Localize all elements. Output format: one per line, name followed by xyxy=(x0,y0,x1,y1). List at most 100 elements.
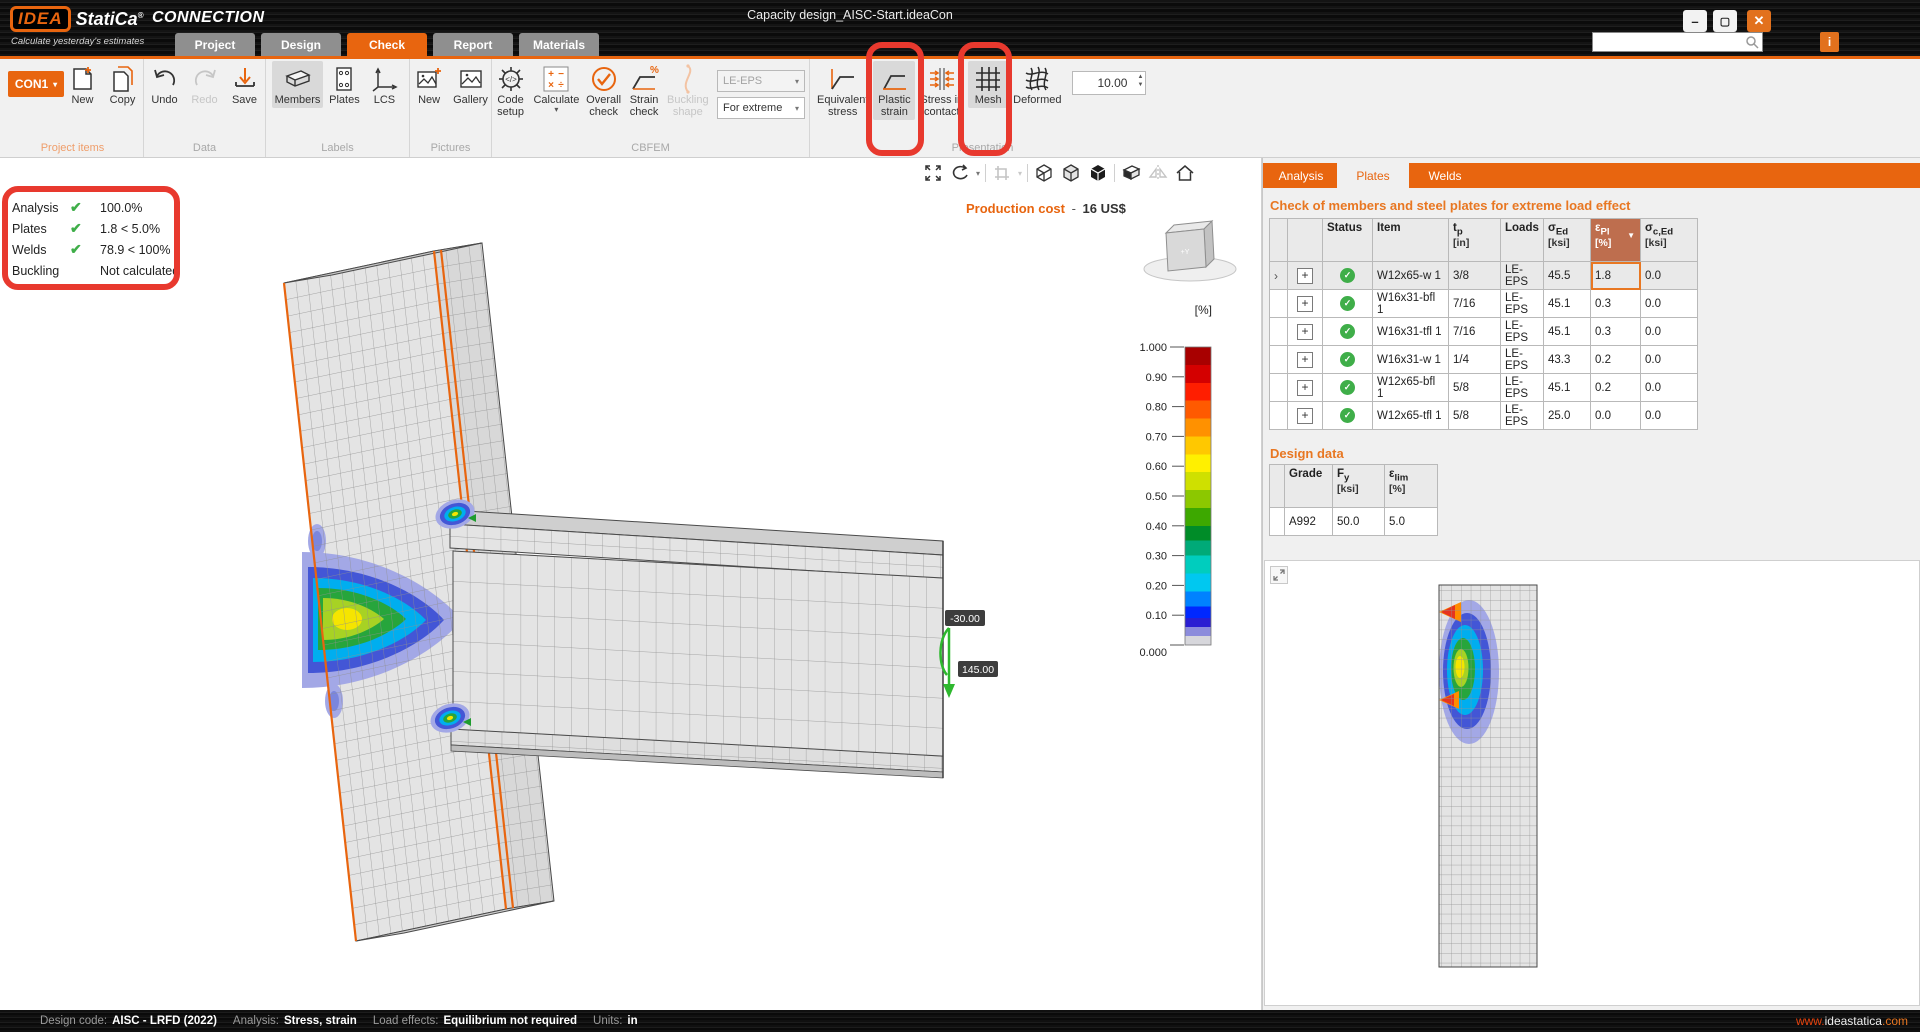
beam-member[interactable] xyxy=(450,510,943,778)
overall-check-button[interactable]: Overall check xyxy=(584,61,624,120)
maximize-button[interactable]: ▢ xyxy=(1713,10,1737,32)
connection-selector[interactable]: CON1▾ xyxy=(8,71,64,97)
col-tp[interactable]: tp[in] xyxy=(1449,219,1501,262)
model-view[interactable]: -30.00 145.00 +Y [%] 1.000 0.90 0.80 0.7… xyxy=(0,161,1262,1010)
spin-up-icon[interactable]: ▲ xyxy=(1138,73,1144,81)
strain-check-button[interactable]: % Strain check xyxy=(626,61,663,120)
results-panel: Analysis Plates Welds Check of members a… xyxy=(1262,158,1920,1010)
zoom-extents-icon[interactable] xyxy=(922,163,944,183)
svg-text:+: + xyxy=(548,69,554,80)
zoom-window-icon[interactable] xyxy=(991,163,1013,183)
tab-analysis[interactable]: Analysis xyxy=(1265,163,1337,188)
wireframe-view-icon[interactable] xyxy=(1033,163,1055,183)
tab-report[interactable]: Report xyxy=(433,33,513,56)
tab-check[interactable]: Check xyxy=(347,33,427,56)
section-title: Check of members and steel plates for ex… xyxy=(1270,198,1631,213)
home-view-icon[interactable] xyxy=(1174,163,1196,183)
table-row[interactable]: + ✓ W16x31-tfl 1 7/16 LE-EPS 45.1 0.3 0.… xyxy=(1270,318,1698,346)
minimize-button[interactable]: – xyxy=(1683,10,1707,32)
units: Units:in xyxy=(593,1015,638,1027)
search-icon xyxy=(1745,35,1759,49)
divider xyxy=(985,164,986,182)
redo-button[interactable]: Redo xyxy=(186,61,224,108)
save-button[interactable]: Save xyxy=(226,61,264,108)
tab-plates[interactable]: Plates xyxy=(1337,163,1409,188)
spin-down-icon[interactable]: ▼ xyxy=(1138,81,1144,89)
undo-button[interactable]: Undo xyxy=(146,61,184,108)
lcs-toggle[interactable]: LCS xyxy=(365,61,403,108)
equivalent-stress-toggle[interactable]: Equivalent stress xyxy=(814,61,871,120)
load-effects: Load effects:Equilibrium not required xyxy=(373,1015,577,1027)
col-sed[interactable]: σEd[ksi] xyxy=(1544,219,1591,262)
svg-text:%: % xyxy=(650,65,659,76)
new-project-item-button[interactable]: New xyxy=(64,61,102,108)
chevron-down-icon[interactable]: ▾ xyxy=(1018,169,1022,178)
expand-row-button[interactable]: + xyxy=(1297,296,1313,312)
plate-detail-view[interactable] xyxy=(1264,560,1920,1006)
expand-row-button[interactable]: + xyxy=(1297,408,1313,424)
copy-project-item-button[interactable]: Copy xyxy=(104,61,142,108)
extreme-filter-select[interactable]: For extreme ▾ xyxy=(717,97,805,119)
expand-row-button[interactable]: + xyxy=(1297,268,1313,284)
deformed-scale-input[interactable] xyxy=(1073,72,1127,94)
website-link[interactable]: www.ideastatica.com xyxy=(1796,1010,1908,1032)
col-epl-sorted[interactable]: εPl▼[%] xyxy=(1591,219,1641,262)
analysis-model-select[interactable]: LE-EPS ▾ xyxy=(717,70,805,92)
table-row[interactable]: › + ✓ W12x65-w 1 3/8 LE-EPS 45.5 1.8 0.0 xyxy=(1270,262,1698,290)
table-row[interactable]: + ✓ W12x65-bfl 1 5/8 LE-EPS 45.1 0.2 0.0 xyxy=(1270,374,1698,402)
chevron-down-icon[interactable]: ▾ xyxy=(976,169,980,178)
gallery-button[interactable]: Gallery xyxy=(450,61,491,108)
col-sced[interactable]: σc,Ed[ksi] xyxy=(1641,219,1698,262)
view-cube-label: +Y xyxy=(1181,249,1190,256)
search-input[interactable] xyxy=(1596,36,1745,48)
hidden-line-view-icon[interactable] xyxy=(1060,163,1082,183)
col-loads[interactable]: Loads xyxy=(1501,219,1544,262)
plates-toggle[interactable]: Plates xyxy=(325,61,363,108)
calculate-button[interactable]: +−×÷ Calculate ▾ xyxy=(531,61,582,117)
logo-idea: IDEA xyxy=(10,6,71,32)
col-fy[interactable]: Fy[ksi] xyxy=(1333,465,1385,508)
tab-welds[interactable]: Welds xyxy=(1409,163,1481,188)
expand-row-button[interactable]: + xyxy=(1297,352,1313,368)
deformed-toggle[interactable]: Deformed xyxy=(1010,61,1064,108)
search-box[interactable] xyxy=(1592,32,1763,52)
design-data-row[interactable]: A992 50.0 5.0 xyxy=(1270,508,1438,536)
undo-icon xyxy=(149,64,181,94)
logo-statica: StatiCa® xyxy=(76,9,144,30)
mirror-view-icon[interactable] xyxy=(1147,163,1169,183)
table-row[interactable]: + ✓ W16x31-w 1 1/4 LE-EPS 43.3 0.2 0.0 xyxy=(1270,346,1698,374)
deformed-scale-stepper[interactable]: ▲ ▼ xyxy=(1072,71,1146,95)
expand-row-button[interactable]: + xyxy=(1297,324,1313,340)
section-view-icon[interactable] xyxy=(1120,163,1142,183)
mesh-toggle[interactable]: Mesh xyxy=(968,61,1008,108)
buckling-shape-button[interactable]: Buckling shape xyxy=(665,61,711,120)
tab-project[interactable]: Project xyxy=(175,33,255,56)
plate-detail-canvas[interactable] xyxy=(1265,561,1919,1005)
document-title: Capacity design_AISC-Start.ideaCon xyxy=(700,8,1000,22)
plastic-strain-toggle[interactable]: Plastic strain xyxy=(873,61,915,120)
view-cube[interactable]: +Y xyxy=(1144,221,1236,281)
solid-view-icon[interactable] xyxy=(1087,163,1109,183)
ribbon-group-project-items: CON1▾ New Copy Project items xyxy=(2,59,144,157)
sort-desc-icon[interactable]: ▼ xyxy=(1627,231,1635,240)
close-button[interactable]: ✕ xyxy=(1747,10,1771,32)
summary-row-buckling: Buckling Not calculated xyxy=(12,260,179,281)
expand-view-button[interactable] xyxy=(1270,566,1288,584)
col-eps-lim[interactable]: εlim[%] xyxy=(1385,465,1438,508)
svg-text:[%]: [%] xyxy=(1195,303,1212,317)
tab-design[interactable]: Design xyxy=(261,33,341,56)
col-item[interactable]: Item xyxy=(1373,219,1449,262)
new-picture-button[interactable]: New xyxy=(410,61,448,108)
tab-materials[interactable]: Materials xyxy=(519,33,599,56)
info-button[interactable]: i xyxy=(1820,32,1839,52)
expand-row-button[interactable]: + xyxy=(1297,380,1313,396)
rotate-view-icon[interactable] xyxy=(949,163,971,183)
table-row[interactable]: + ✓ W16x31-bfl 1 7/16 LE-EPS 45.1 0.3 0.… xyxy=(1270,290,1698,318)
members-toggle[interactable]: Members xyxy=(272,61,324,108)
stress-in-contact-toggle[interactable]: Stress in contact xyxy=(917,61,966,120)
code-setup-button[interactable]: </> Code setup xyxy=(492,61,529,120)
col-grade[interactable]: Grade xyxy=(1285,465,1333,508)
row-expander-icon[interactable]: › xyxy=(1274,269,1278,283)
col-status[interactable]: Status xyxy=(1323,219,1373,262)
table-row[interactable]: + ✓ W12x65-tfl 1 5/8 LE-EPS 25.0 0.0 0.0 xyxy=(1270,402,1698,430)
